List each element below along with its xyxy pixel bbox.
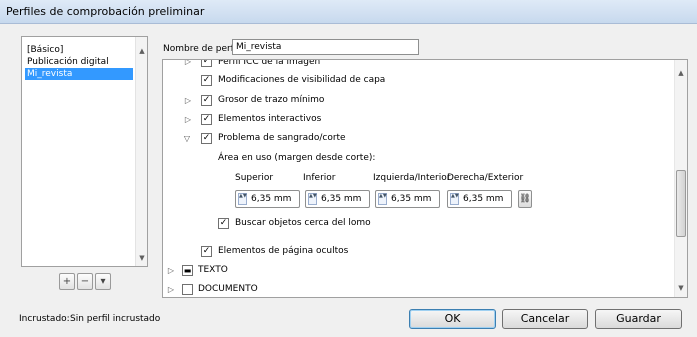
stepper-arrows-icon[interactable]: ▲▼ bbox=[308, 193, 317, 205]
bleed-bottom-value: 6,35 mm bbox=[321, 194, 362, 204]
checkbox[interactable]: ✓ bbox=[218, 218, 229, 229]
stepper-arrows-icon[interactable]: ▲▼ bbox=[450, 193, 459, 205]
checkbox[interactable] bbox=[182, 284, 193, 295]
embedded-label: Incrustado: bbox=[19, 314, 70, 324]
spine-label: Buscar objetos cerca del lomo bbox=[235, 218, 371, 228]
checks-tree: ▷ ✓ Perfil ICC de la imagen ✓ Modificaci… bbox=[162, 59, 688, 298]
tree-item-label: TEXTO bbox=[198, 265, 228, 275]
expand-right-icon[interactable]: ▷ bbox=[166, 266, 176, 276]
scroll-up-icon[interactable]: ▲ bbox=[675, 67, 687, 79]
new-profile-icon[interactable]: + bbox=[59, 273, 75, 290]
scroll-thumb[interactable] bbox=[676, 170, 686, 237]
title-bar: Perfiles de comprobación preliminar bbox=[0, 0, 697, 24]
save-button[interactable]: Guardar bbox=[595, 309, 682, 329]
tree-scrollbar[interactable]: ▲ ▼ bbox=[674, 60, 687, 297]
scroll-up-icon[interactable]: ▲ bbox=[136, 45, 148, 57]
stepper-arrows-icon[interactable]: ▲▼ bbox=[238, 193, 247, 205]
stepper-arrows-icon[interactable]: ▲▼ bbox=[378, 193, 387, 205]
scroll-down-icon[interactable]: ▼ bbox=[675, 282, 687, 294]
profile-list-scrollbar[interactable]: ▲ ▼ bbox=[135, 37, 147, 266]
scroll-down-icon[interactable]: ▼ bbox=[136, 252, 148, 264]
header-izquierda: Izquierda/Interior bbox=[373, 173, 451, 183]
checkbox[interactable]: ✓ bbox=[201, 60, 212, 67]
checkbox[interactable]: ✓ bbox=[201, 246, 212, 257]
partial-checkbox[interactable]: ▬ bbox=[182, 265, 193, 276]
tree-item-label: DOCUMENTO bbox=[198, 284, 258, 294]
ok-button[interactable]: OK bbox=[409, 309, 496, 329]
tree-item-label: Problema de sangrado/corte bbox=[218, 133, 346, 143]
profile-item-digital[interactable]: Publicación digital bbox=[25, 56, 133, 68]
bleed-inside-value: 6,35 mm bbox=[391, 194, 432, 204]
header-derecha: Derecha/Exterior bbox=[447, 173, 524, 183]
tree-item-label: Grosor de trazo mínimo bbox=[218, 95, 325, 105]
expand-right-icon[interactable]: ▷ bbox=[183, 96, 193, 106]
bleed-bottom-stepper[interactable]: ▲▼ 6,35 mm bbox=[305, 190, 370, 208]
profile-item-mi-revista[interactable]: Mi_revista bbox=[25, 68, 133, 80]
window-title: Perfiles de comprobación preliminar bbox=[6, 5, 205, 18]
expand-right-icon[interactable]: ▷ bbox=[183, 115, 193, 125]
checkbox[interactable]: ✓ bbox=[201, 95, 212, 106]
profile-menu-icon[interactable]: ▾ bbox=[95, 273, 111, 290]
checkbox[interactable]: ✓ bbox=[201, 75, 212, 86]
cancel-button[interactable]: Cancelar bbox=[502, 309, 588, 329]
profile-item-basic[interactable]: [Básico] bbox=[25, 44, 133, 56]
expand-right-icon[interactable]: ▷ bbox=[166, 285, 176, 295]
header-inferior: Inferior bbox=[303, 173, 336, 183]
profile-name-label: Nombre de perfil: bbox=[163, 44, 242, 54]
embedded-value: Sin perfil incrustado bbox=[70, 314, 161, 324]
tree-item-label: Elementos interactivos bbox=[218, 114, 322, 124]
profile-list[interactable]: [Básico] Publicación digital Mi_revista … bbox=[21, 36, 148, 267]
chain-link-icon[interactable]: ⛓ bbox=[518, 190, 532, 208]
profile-tools: + − ▾ bbox=[59, 273, 111, 291]
expand-down-icon[interactable]: ▽ bbox=[182, 134, 192, 144]
bleed-inside-stepper[interactable]: ▲▼ 6,35 mm bbox=[375, 190, 440, 208]
tree-item-label: Modificaciones de visibilidad de capa bbox=[218, 75, 386, 85]
tree-item-label: Perfil ICC de la imagen bbox=[218, 59, 321, 67]
checkbox[interactable]: ✓ bbox=[201, 133, 212, 144]
bleed-outside-value: 6,35 mm bbox=[463, 194, 504, 204]
area-label: Área en uso (margen desde corte): bbox=[218, 153, 376, 163]
profile-name-field[interactable]: Mi_revista bbox=[232, 39, 419, 55]
bleed-outside-stepper[interactable]: ▲▼ 6,35 mm bbox=[447, 190, 512, 208]
bleed-top-stepper[interactable]: ▲▼ 6,35 mm bbox=[235, 190, 300, 208]
tree-item-label: Elementos de página ocultos bbox=[218, 246, 349, 256]
expand-right-icon[interactable]: ▷ bbox=[183, 60, 193, 67]
delete-profile-icon[interactable]: − bbox=[77, 273, 93, 290]
header-superior: Superior bbox=[235, 173, 274, 183]
bleed-top-value: 6,35 mm bbox=[251, 194, 292, 204]
checkbox[interactable]: ✓ bbox=[201, 114, 212, 125]
